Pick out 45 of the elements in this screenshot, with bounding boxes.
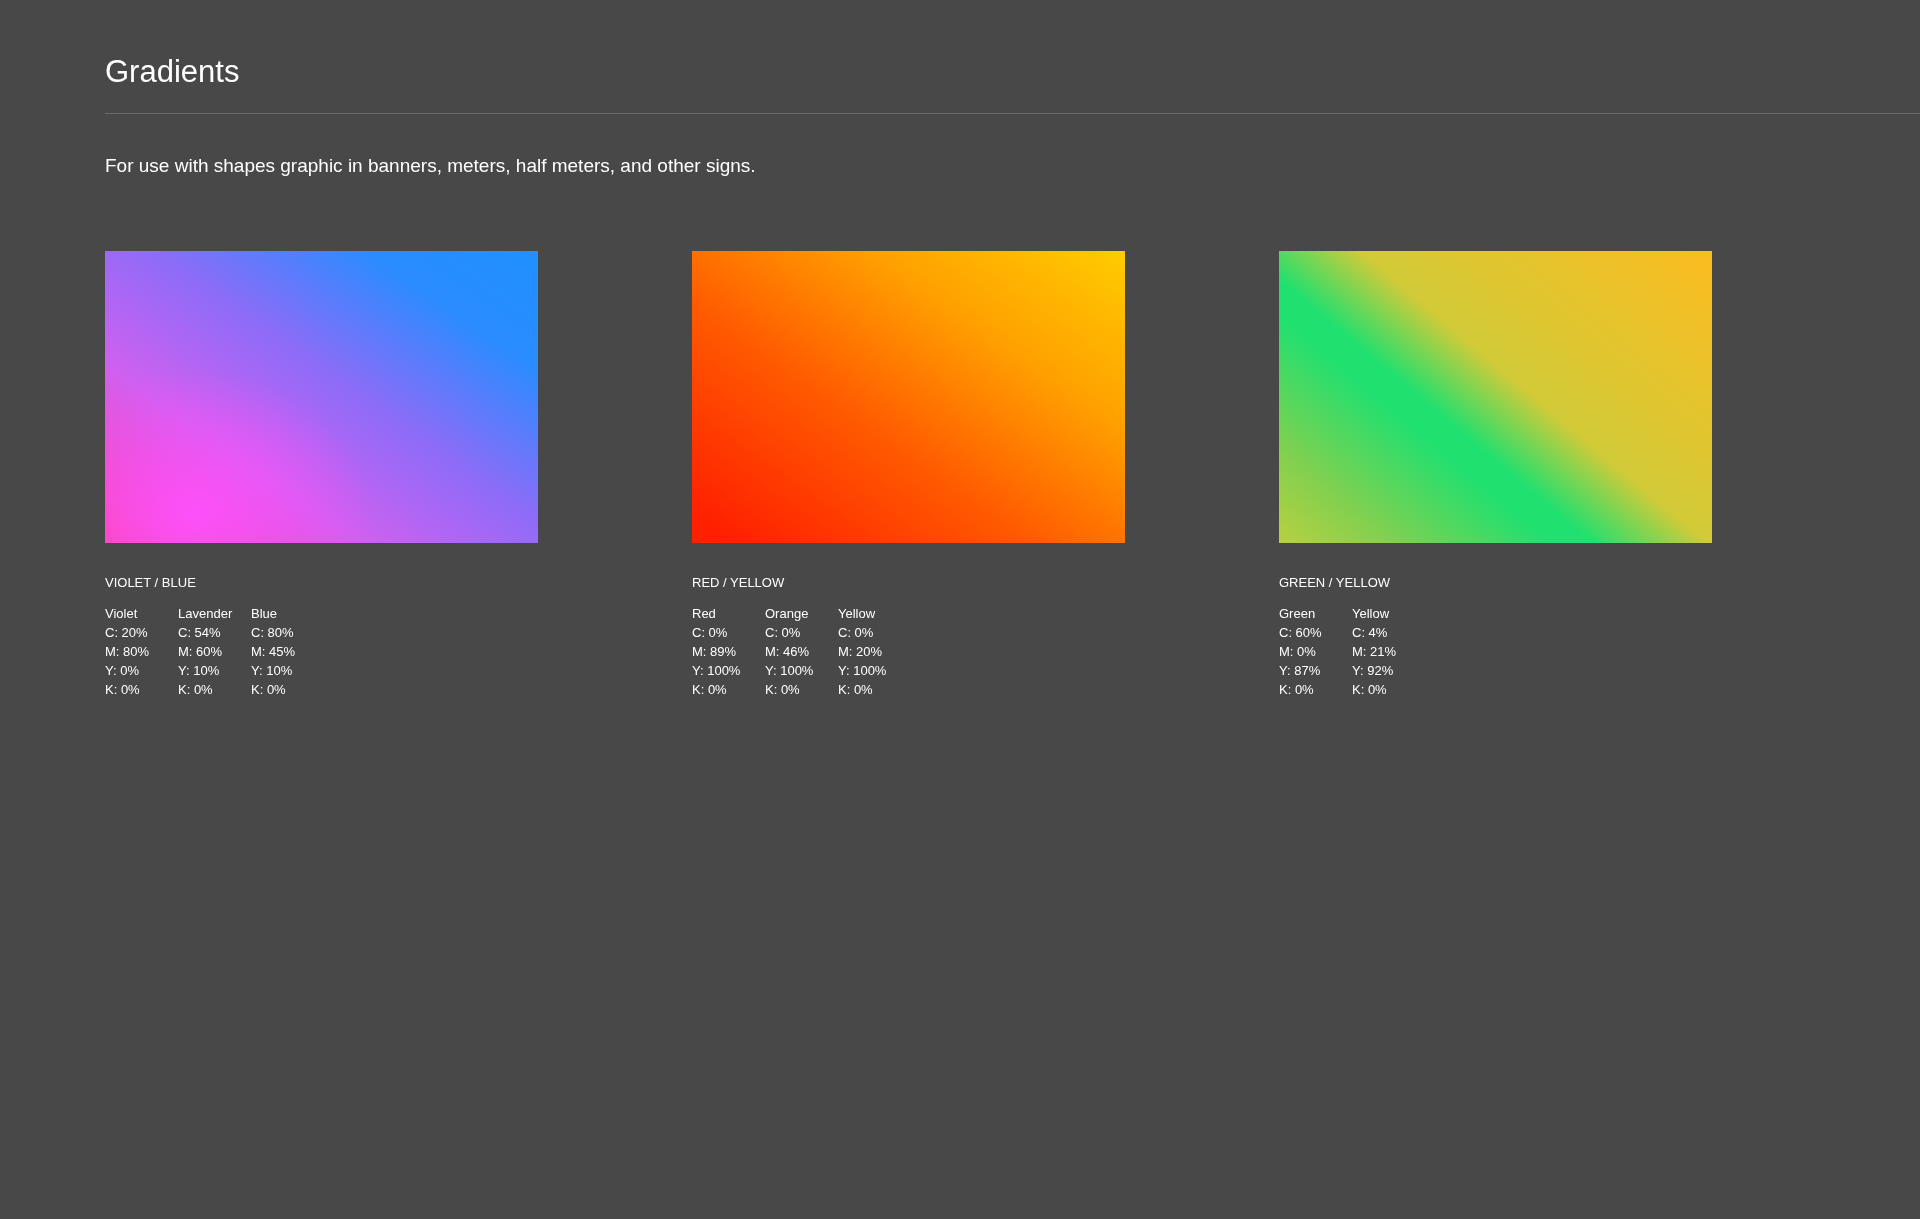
color-value: K: 0% bbox=[105, 681, 140, 699]
color-value: M: 89% bbox=[692, 643, 737, 661]
color-value: M: 46% bbox=[765, 643, 810, 661]
color-value: C: 4% bbox=[1352, 624, 1388, 642]
color-value: K: 0% bbox=[692, 681, 727, 699]
color-value: M: 45% bbox=[251, 643, 296, 661]
gradient-label: RED / YELLOW bbox=[692, 575, 785, 591]
color-value: Y: 10% bbox=[251, 662, 293, 680]
color-value: C: 60% bbox=[1279, 624, 1322, 642]
color-value: Y: 100% bbox=[692, 662, 741, 680]
color-value: M: 21% bbox=[1352, 643, 1397, 661]
color-name: Red bbox=[692, 605, 716, 623]
color-name: Blue bbox=[251, 605, 278, 623]
color-value: K: 0% bbox=[1352, 681, 1387, 699]
color-value: K: 0% bbox=[1279, 681, 1314, 699]
color-name: Lavender bbox=[178, 605, 233, 623]
color-value: C: 80% bbox=[251, 624, 294, 642]
color-value: Y: 92% bbox=[1352, 662, 1394, 680]
color-value: C: 0% bbox=[838, 624, 874, 642]
color-name: Yellow bbox=[838, 605, 876, 623]
color-value: C: 0% bbox=[765, 624, 801, 642]
color-name: Green bbox=[1279, 605, 1316, 623]
color-value: M: 20% bbox=[838, 643, 883, 661]
color-value: C: 54% bbox=[178, 624, 221, 642]
color-value: Y: 87% bbox=[1279, 662, 1321, 680]
color-name: Orange bbox=[765, 605, 809, 623]
color-value: Y: 100% bbox=[838, 662, 887, 680]
gradient-label: GREEN / YELLOW bbox=[1279, 575, 1390, 591]
color-value: M: 0% bbox=[1279, 643, 1316, 661]
color-value: Y: 100% bbox=[765, 662, 814, 680]
color-value: M: 80% bbox=[105, 643, 150, 661]
color-value: M: 60% bbox=[178, 643, 223, 661]
color-value: C: 20% bbox=[105, 624, 148, 642]
color-value: K: 0% bbox=[251, 681, 286, 699]
color-name: Yellow bbox=[1352, 605, 1390, 623]
description-text: For use with shapes graphic in banners, meters, half meters, and other signs. bbox=[105, 154, 756, 178]
gradient-label: VIOLET / BLUE bbox=[105, 575, 196, 591]
color-value: Y: 0% bbox=[105, 662, 139, 680]
page-title: Gradients bbox=[105, 53, 240, 91]
color-value: C: 0% bbox=[692, 624, 728, 642]
color-value: K: 0% bbox=[178, 681, 213, 699]
color-name: Violet bbox=[105, 605, 138, 623]
color-value: Y: 10% bbox=[178, 662, 220, 680]
color-value: K: 0% bbox=[838, 681, 873, 699]
color-value: K: 0% bbox=[765, 681, 800, 699]
